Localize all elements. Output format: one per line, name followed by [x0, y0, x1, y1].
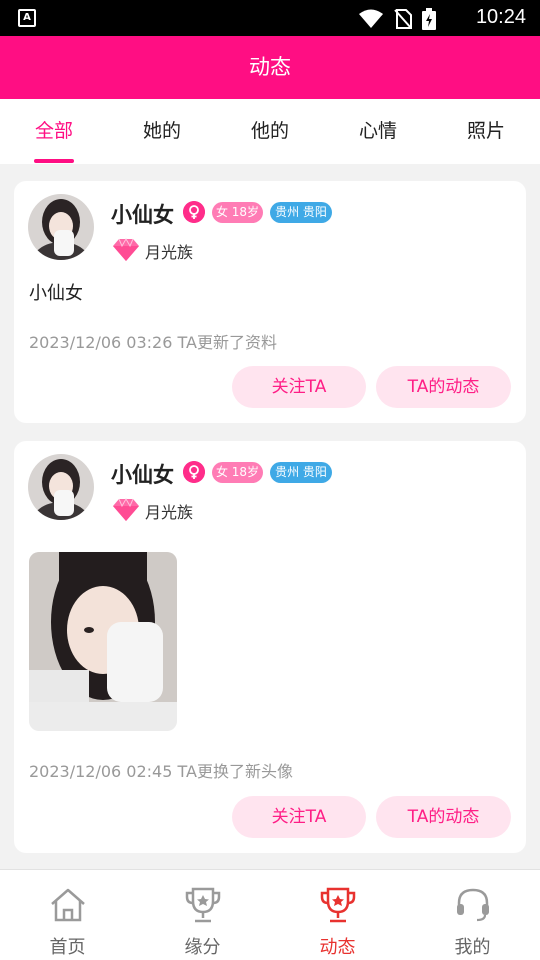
tab-all[interactable]: 全部	[0, 99, 108, 164]
page-title: 动态	[249, 55, 291, 79]
nav-label: 首页	[49, 937, 86, 958]
user-level: 月光族	[145, 503, 194, 522]
user-level: 月光族	[145, 243, 194, 262]
username[interactable]: 小仙女	[111, 199, 174, 229]
nav-home[interactable]: 首页	[0, 870, 135, 960]
active-tab-indicator	[34, 159, 74, 163]
battery-icon	[422, 8, 436, 30]
nav-fate[interactable]: 缘分	[135, 870, 270, 960]
tab-label: 心情	[358, 120, 397, 142]
clock: 10:24	[475, 6, 526, 28]
tab-hers[interactable]: 她的	[108, 99, 216, 164]
tab-label: 照片	[466, 120, 505, 142]
tab-his[interactable]: 他的	[216, 99, 324, 164]
wifi-icon	[359, 9, 383, 28]
location-badge: 贵州 贵阳	[270, 462, 332, 483]
age-badge: 女 18岁	[212, 462, 263, 483]
bottom-nav: 首页 缘分 动态 我的	[0, 869, 540, 960]
headset-icon	[457, 888, 489, 922]
post-timestamp: 2023/12/06 02:45 TA更换了新头像	[29, 762, 293, 781]
no-sim-icon	[394, 9, 412, 29]
tab-label: 他的	[250, 120, 289, 142]
post-card: 小仙女 女 18岁 贵州 贵阳 月光族 2023/12/06 02:45 TA更…	[14, 441, 526, 853]
nav-mine[interactable]: 我的	[405, 870, 540, 960]
post-timestamp: 2023/12/06 03:26 TA更新了资料	[29, 333, 277, 352]
notification-icon: A	[18, 9, 36, 27]
tab-label: 全部	[34, 120, 73, 142]
home-icon	[51, 888, 85, 922]
trophy-icon	[185, 887, 221, 923]
username[interactable]: 小仙女	[111, 459, 174, 489]
post-photo[interactable]	[29, 552, 177, 731]
nav-label: 缘分	[184, 937, 221, 958]
tab-mood[interactable]: 心情	[324, 99, 432, 164]
diamond-icon	[113, 497, 139, 521]
app-header: 动态	[0, 36, 540, 99]
female-icon	[183, 461, 205, 483]
trophy-icon	[320, 887, 356, 923]
tab-photos[interactable]: 照片	[432, 99, 540, 164]
age-badge: 女 18岁	[212, 202, 263, 223]
status-bar: A 10:24	[0, 0, 540, 36]
diamond-icon	[113, 237, 139, 261]
user-feeds-button[interactable]: TA的动态	[376, 796, 511, 838]
post-card: 小仙女 女 18岁 贵州 贵阳 月光族 小仙女 2023/12/06 03:26…	[14, 181, 526, 423]
nav-moments[interactable]: 动态	[270, 870, 405, 960]
female-icon	[183, 201, 205, 223]
tab-label: 她的	[142, 120, 181, 142]
location-badge: 贵州 贵阳	[270, 202, 332, 223]
follow-button[interactable]: 关注TA	[232, 796, 366, 838]
nav-label: 动态	[319, 937, 356, 958]
avatar[interactable]	[28, 454, 94, 520]
user-feeds-button[interactable]: TA的动态	[376, 366, 511, 408]
nav-label: 我的	[454, 937, 491, 958]
post-text: 小仙女	[29, 283, 83, 304]
avatar[interactable]	[28, 194, 94, 260]
filter-tabs: 全部 她的 他的 心情 照片	[0, 99, 540, 164]
follow-button[interactable]: 关注TA	[232, 366, 366, 408]
